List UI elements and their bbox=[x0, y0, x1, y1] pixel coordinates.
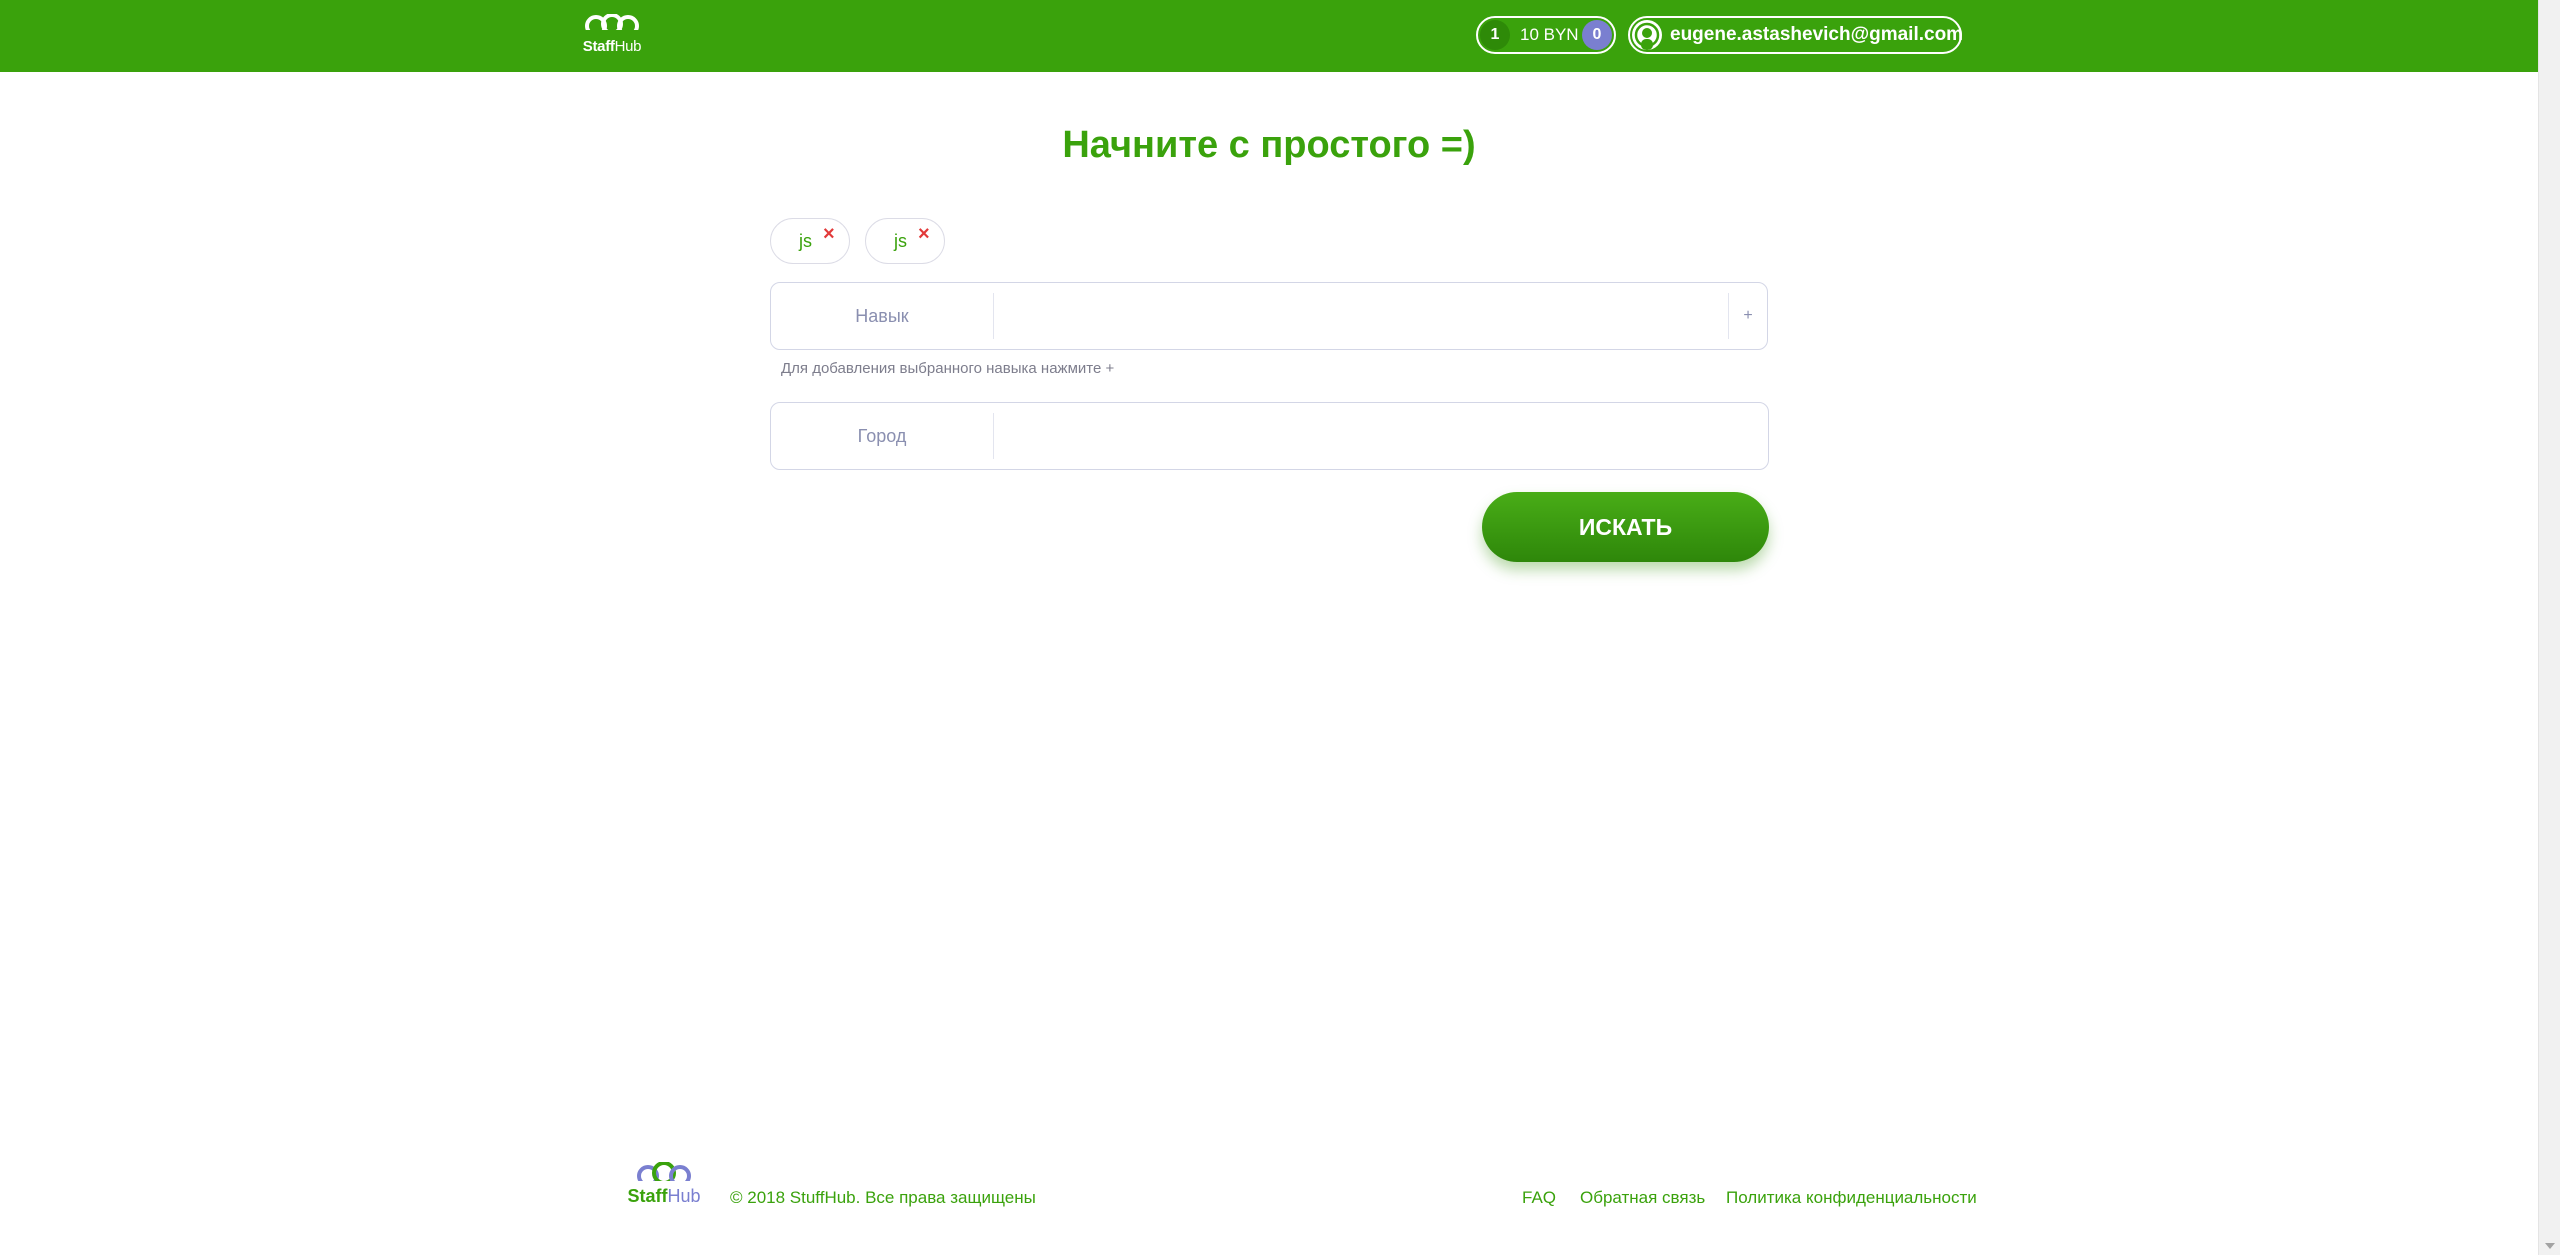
user-avatar-icon bbox=[1632, 20, 1662, 50]
close-icon[interactable]: × bbox=[918, 223, 930, 246]
logo-text-hub: Hub bbox=[667, 1186, 701, 1206]
page-scrollbar[interactable] bbox=[2538, 0, 2560, 1255]
footer-logo-text: StaffHub bbox=[624, 1186, 704, 1207]
logo-text-hub: Hub bbox=[614, 38, 642, 55]
skill-tag: js × bbox=[865, 218, 945, 264]
plus-icon[interactable]: + bbox=[1729, 283, 1767, 349]
skill-tag-label: js bbox=[799, 231, 812, 251]
skill-field-label: Навык bbox=[855, 306, 909, 326]
top-bar: StaffHub 1 10 BYN 0 eugene.astashevich@g… bbox=[0, 0, 2538, 72]
footer-logo[interactable]: StaffHub bbox=[624, 1162, 704, 1212]
account-email: eugene.astashevich@gmail.com bbox=[1670, 24, 1964, 45]
skill-field: Навык + bbox=[770, 282, 1768, 350]
footer-link-faq[interactable]: FAQ bbox=[1522, 1188, 1556, 1208]
skill-tag-label: js bbox=[894, 231, 907, 251]
balance-count-badge: 1 bbox=[1480, 20, 1510, 50]
balance-widget[interactable]: 1 10 BYN 0 bbox=[1476, 16, 1616, 54]
logo[interactable]: StaffHub bbox=[576, 14, 648, 60]
city-field: Город bbox=[770, 402, 1769, 470]
logo-icon bbox=[634, 1162, 694, 1188]
search-button[interactable]: ИСКАТЬ bbox=[1482, 492, 1769, 562]
notifications-badge[interactable]: 0 bbox=[1582, 20, 1612, 50]
city-field-label: Город bbox=[857, 426, 907, 446]
copyright-text: © 2018 StuffHub. Все права защищены bbox=[730, 1188, 1036, 1207]
field-divider bbox=[993, 293, 994, 339]
skill-tag: js × bbox=[770, 218, 850, 264]
balance-amount: 10 BYN bbox=[1520, 25, 1579, 44]
close-icon[interactable]: × bbox=[823, 223, 835, 246]
logo-text-staff: Staff bbox=[627, 1186, 668, 1206]
field-divider bbox=[993, 413, 994, 459]
account-menu[interactable]: eugene.astashevich@gmail.com bbox=[1628, 16, 1964, 54]
logo-text-staff: Staff bbox=[582, 38, 615, 55]
footer-link-privacy[interactable]: Политика конфиденциальности bbox=[1726, 1188, 1977, 1208]
skill-hint: Для добавления выбранного навыка нажмите… bbox=[781, 360, 1115, 377]
skill-input[interactable] bbox=[1007, 293, 1491, 341]
footer-link-feedback[interactable]: Обратная связь bbox=[1580, 1188, 1705, 1208]
scroll-down-arrow-icon[interactable] bbox=[2545, 1243, 2555, 1249]
city-input[interactable] bbox=[1007, 413, 1751, 461]
page-title: Начните с простого =) bbox=[1062, 124, 1476, 166]
logo-text: StaffHub bbox=[576, 38, 648, 55]
logo-icon bbox=[584, 14, 640, 38]
